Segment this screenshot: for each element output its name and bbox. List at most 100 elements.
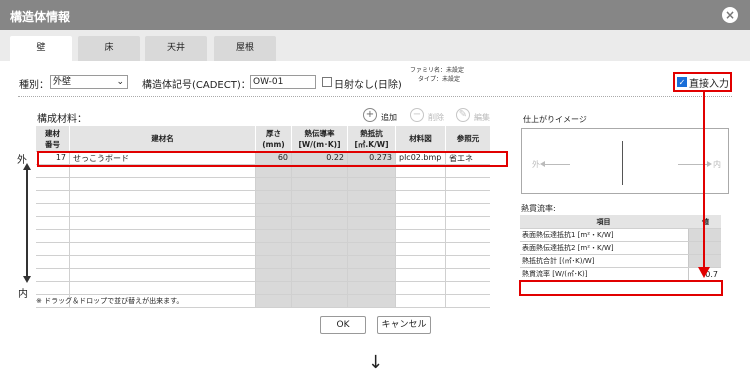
table-body: 17 せっこうボード 60 0.22 0.273 plc02.bmp 省エネ <box>36 152 490 308</box>
table-cell-source <box>446 230 490 242</box>
table-row[interactable] <box>36 217 490 230</box>
table-cell-conductivity <box>292 269 348 281</box>
arrow-right-head <box>707 161 712 167</box>
table-cell-name <box>70 256 256 268</box>
no-sun-checkbox[interactable] <box>322 77 332 87</box>
tab-roof[interactable]: 屋根 <box>214 36 276 61</box>
row-highlight <box>37 151 508 167</box>
table-row[interactable] <box>36 243 490 256</box>
heat-row: 熱抵抗合計 [(㎡･K)/W] <box>520 255 721 268</box>
table-cell-resistance <box>348 282 396 294</box>
tab-strip: 壁 床 天井 屋根 <box>0 30 750 61</box>
table-cell-name <box>70 191 256 203</box>
table-cell-resistance <box>348 295 396 307</box>
arrow-down-icon <box>23 276 31 283</box>
table-cell-figure <box>396 230 446 242</box>
direct-input-label: 直接入力 <box>689 79 729 90</box>
arrow-left-head <box>540 161 545 167</box>
table-cell-name <box>70 230 256 242</box>
heat-item: 熱抵抗合計 [(㎡･K)/W] <box>522 257 595 265</box>
col-no: 建材 番号 <box>36 126 70 151</box>
tab-ceiling[interactable]: 天井 <box>145 36 207 61</box>
remove-icon: − <box>410 108 424 122</box>
table-cell-no <box>36 243 70 255</box>
tab-wall[interactable]: 壁 <box>10 36 72 61</box>
family-text: ファミリ名：未設定 <box>410 67 465 74</box>
type-select[interactable]: 外壁 ⌄ <box>50 75 128 89</box>
table-row[interactable] <box>36 256 490 269</box>
materials-section-label: 構成材料： <box>37 114 87 125</box>
ok-button[interactable]: OK <box>320 316 366 334</box>
table-cell-conductivity <box>292 178 348 190</box>
preview-panel: 外 内 <box>521 128 729 194</box>
uvalue-highlight <box>519 280 723 296</box>
table-cell-resistance <box>348 204 396 216</box>
table-row[interactable] <box>36 178 490 191</box>
cancel-button[interactable]: キャンセル <box>377 316 431 334</box>
divider <box>18 96 732 97</box>
table-cell-conductivity <box>292 204 348 216</box>
drag-note: ※ ドラッグ＆ドロップで並び替えが出来ます。 <box>36 297 184 305</box>
table-row[interactable] <box>36 282 490 295</box>
tab-floor[interactable]: 床 <box>78 36 140 61</box>
heat-item: 表面熱伝達抵抗1 [m²・K/W] <box>522 231 614 239</box>
heat-row: 表面熱伝達抵抗1 [m²・K/W] <box>520 229 721 242</box>
table-cell-thickness <box>256 191 292 203</box>
heat-title: 熱貫流率: <box>521 204 556 213</box>
table-cell-conductivity <box>292 295 348 307</box>
table-cell-figure <box>396 217 446 229</box>
table-cell-conductivity <box>292 230 348 242</box>
heat-item: 熱貫流率 [W/(㎡･K)] <box>522 270 588 278</box>
heat-item: 表面熱伝達抵抗2 [m²・K/W] <box>522 244 614 252</box>
table-cell-no <box>36 256 70 268</box>
table-cell-name <box>70 204 256 216</box>
table-cell-no <box>36 282 70 294</box>
table-cell-name <box>70 269 256 281</box>
add-button[interactable]: 追加 <box>381 112 397 123</box>
table-cell-figure <box>396 178 446 190</box>
table-cell-figure <box>396 191 446 203</box>
red-arrow-head-icon <box>698 267 710 278</box>
table-row[interactable] <box>36 230 490 243</box>
table-cell-source <box>446 282 490 294</box>
table-cell-resistance <box>348 191 396 203</box>
down-arrow-icon: ↓ <box>368 352 384 373</box>
code-input[interactable]: OW-01 <box>250 75 316 89</box>
table-cell-conductivity <box>292 217 348 229</box>
table-header: 建材 番号 建材名 厚さ (mm) 熱伝導率 [W/(m･K)] 熱抵抗 [㎡.… <box>36 126 490 152</box>
table-cell-conductivity <box>292 256 348 268</box>
table-cell-resistance <box>348 256 396 268</box>
arrow-left-icon <box>542 164 570 165</box>
table-cell-thickness <box>256 230 292 242</box>
edit-icon: ✎ <box>456 108 470 122</box>
table-cell-source <box>446 256 490 268</box>
table-cell-source <box>446 295 490 307</box>
table-cell-thickness <box>256 295 292 307</box>
table-cell-thickness <box>256 217 292 229</box>
table-row[interactable] <box>36 269 490 282</box>
table-cell-figure <box>396 256 446 268</box>
table-row[interactable] <box>36 204 490 217</box>
table-cell-source <box>446 269 490 281</box>
heat-table: 項目 値 表面熱伝達抵抗1 [m²・K/W] 表面熱伝達抵抗2 [m²・K/W] 熱… <box>520 215 721 281</box>
table-cell-resistance <box>348 178 396 190</box>
heat-body: 表面熱伝達抵抗1 [m²・K/W] 表面熱伝達抵抗2 [m²・K/W] 熱抵抗合計 … <box>520 229 721 281</box>
add-icon[interactable]: + <box>363 108 377 122</box>
edit-button: 編集 <box>474 113 490 122</box>
table-cell-thickness <box>256 243 292 255</box>
table-cell-no <box>36 269 70 281</box>
table-cell-thickness <box>256 282 292 294</box>
table-cell-no <box>36 191 70 203</box>
direct-input-checkbox[interactable]: ✓ <box>677 77 687 87</box>
table-cell-name <box>70 282 256 294</box>
preview-in-label: 内 <box>713 160 721 169</box>
table-cell-source <box>446 178 490 190</box>
table-cell-no <box>36 217 70 229</box>
table-row[interactable] <box>36 191 490 204</box>
close-icon[interactable]: × <box>722 7 738 23</box>
table-cell-conductivity <box>292 282 348 294</box>
col-resistance: 熱抵抗 [㎡.K/W] <box>348 126 396 151</box>
table-cell-resistance <box>348 269 396 281</box>
delete-button: 削除 <box>428 113 444 122</box>
table-cell-name <box>70 217 256 229</box>
